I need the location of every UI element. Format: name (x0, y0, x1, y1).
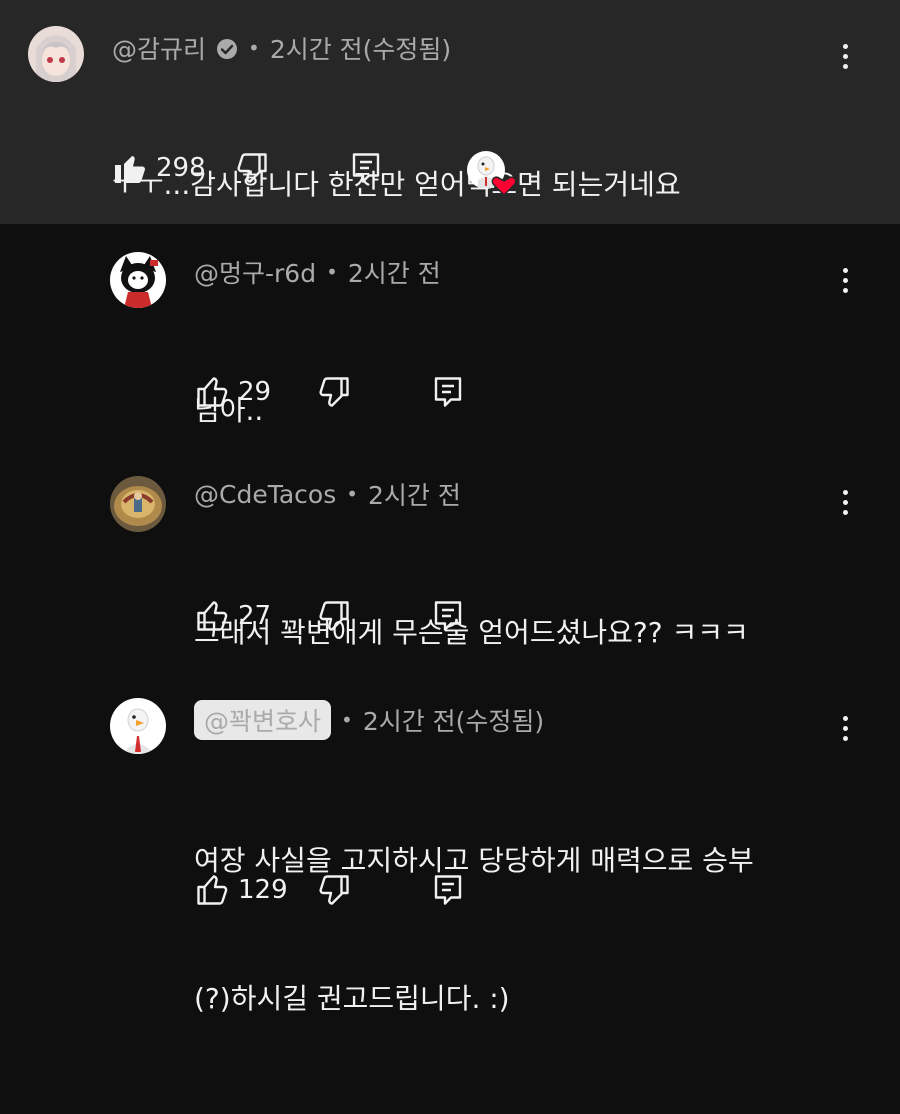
comment-highlighted: @감규리 • 2시간 전(수정됨) ㅜㅜ...감사합니다 한잔만 얻어먹으면 되… (0, 0, 900, 224)
comment-actions: 129 (194, 870, 466, 910)
avatar-kkwakbyeonhosa[interactable] (110, 698, 166, 754)
like-count: 298 (156, 153, 206, 183)
thumb-up-icon[interactable] (112, 150, 148, 186)
comment-creator: @꽉변호사 • 2시간 전(수정됨) 여장 사실을 고지하시고 당당하게 매력으… (0, 670, 900, 1015)
thumb-up-icon[interactable] (194, 872, 230, 908)
comment-actions: 29 (194, 372, 466, 412)
more-vert-icon[interactable] (830, 260, 860, 300)
reply-icon[interactable] (430, 598, 466, 634)
thumb-down-icon[interactable] (316, 598, 352, 634)
separator-dot: • (341, 708, 353, 732)
comment: @멍구-r6d • 2시간 전 님아.. 29 (0, 224, 900, 446)
like-count: 27 (238, 601, 272, 631)
separator-dot: • (326, 260, 338, 284)
author-name-highlighted[interactable]: @꽉변호사 (194, 700, 332, 740)
avatar-gamgyuri[interactable] (28, 26, 84, 82)
comment-time: 2시간 전 (368, 481, 461, 510)
separator-dot: • (346, 482, 359, 506)
comment-time: 2시간 전(수정됨) (269, 35, 452, 64)
creator-heart-icon (466, 150, 522, 198)
author-name[interactable]: @감규리 (112, 30, 206, 66)
thumb-down-icon[interactable] (316, 872, 352, 908)
comment-actions: 298 (112, 148, 384, 188)
avatar-cdetacos[interactable] (110, 476, 166, 532)
comment-time: 2시간 전(수정됨) (362, 707, 545, 736)
reply-icon[interactable] (430, 872, 466, 908)
more-vert-icon[interactable] (830, 36, 860, 76)
comment-actions: 27 (194, 596, 466, 636)
author-name[interactable]: @CdeTacos (194, 480, 336, 509)
comment: @CdeTacos • 2시간 전 그래서 꽉변애게 무슨술 얻어드셨나요?? … (0, 446, 900, 670)
avatar-menggu[interactable] (110, 252, 166, 308)
comment-meta: @CdeTacos • 2시간 전 (194, 476, 461, 512)
comment-line: (?)하시길 권고드립니다. :) (194, 982, 510, 1015)
reply-icon[interactable] (348, 150, 384, 186)
thumb-down-icon[interactable] (234, 150, 270, 186)
like-count: 29 (238, 377, 272, 407)
comment-meta: @멍구-r6d • 2시간 전 (194, 254, 441, 290)
more-vert-icon[interactable] (830, 482, 860, 522)
comment-text: 여장 사실을 고지하시고 당당하게 매력으로 승부 (?)하시길 권고드립니다.… (194, 746, 754, 1114)
comment-time: 2시간 전 (347, 259, 441, 288)
thumb-down-icon[interactable] (316, 374, 352, 410)
thumb-up-icon[interactable] (194, 374, 230, 410)
author-name[interactable]: @멍구-r6d (194, 254, 316, 290)
like-count: 129 (238, 875, 288, 905)
comment-meta: @감규리 • 2시간 전(수정됨) (112, 30, 451, 66)
more-vert-icon[interactable] (830, 708, 860, 748)
thumb-up-icon[interactable] (194, 598, 230, 634)
verified-icon (216, 37, 238, 59)
separator-dot: • (248, 36, 260, 60)
comment-meta: @꽉변호사 • 2시간 전(수정됨) (194, 700, 544, 740)
reply-icon[interactable] (430, 374, 466, 410)
